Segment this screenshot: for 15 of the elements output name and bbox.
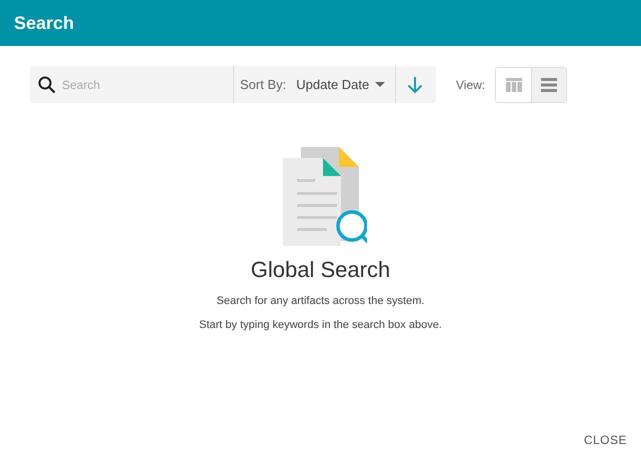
- list-view-button[interactable]: [531, 68, 566, 102]
- search-field[interactable]: Search: [60, 76, 230, 92]
- search-icon: [38, 76, 56, 94]
- empty-state-text: Start by typing keywords in the search box above.: [199, 319, 442, 331]
- down-arrow-icon: [407, 76, 423, 94]
- grid-view-icon: [506, 78, 522, 92]
- empty-state-title: Global Search: [250, 257, 390, 283]
- empty-state-text: Search for any artifacts across the system.: [216, 295, 424, 307]
- caret-icon: [375, 82, 386, 87]
- sort-dropdown[interactable]: Update Date: [296, 77, 386, 92]
- sort-label: Sort By:: [240, 77, 286, 92]
- window-title: Search: [14, 12, 74, 34]
- view-label: View:: [456, 78, 486, 92]
- list-view-icon: [541, 78, 558, 92]
- close-button[interactable]: CLOSE: [584, 433, 627, 447]
